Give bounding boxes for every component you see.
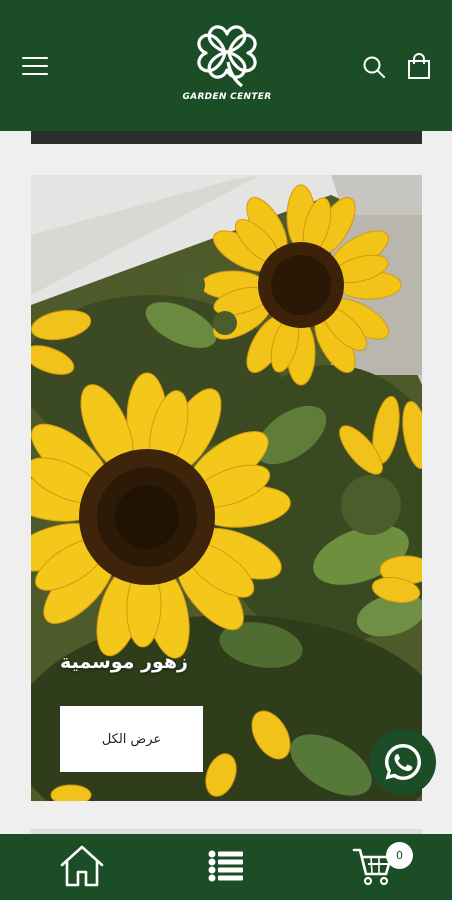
list-menu-icon[interactable] bbox=[206, 848, 246, 884]
shopping-bag-icon[interactable] bbox=[405, 52, 433, 80]
app-header: GARDEN CENTER bbox=[0, 0, 452, 131]
clover-logo-icon bbox=[197, 25, 257, 88]
whatsapp-button[interactable] bbox=[370, 729, 436, 795]
view-all-button[interactable]: عرض الكل bbox=[60, 706, 203, 772]
previous-card-edge bbox=[31, 131, 422, 144]
home-icon[interactable] bbox=[58, 844, 106, 888]
whatsapp-icon bbox=[385, 744, 421, 780]
search-icon[interactable] bbox=[362, 55, 386, 79]
logo-text: GARDEN CENTER bbox=[182, 92, 272, 102]
seasonal-flowers-banner[interactable]: زهور موسمية عرض الكل bbox=[31, 175, 422, 801]
hamburger-menu-icon[interactable] bbox=[22, 55, 50, 77]
bottom-navigation: 0 bbox=[0, 834, 452, 900]
garden-center-logo[interactable]: GARDEN CENTER bbox=[180, 22, 274, 108]
cart-count-badge: 0 bbox=[386, 842, 413, 869]
banner-title: زهور موسمية bbox=[60, 651, 188, 673]
